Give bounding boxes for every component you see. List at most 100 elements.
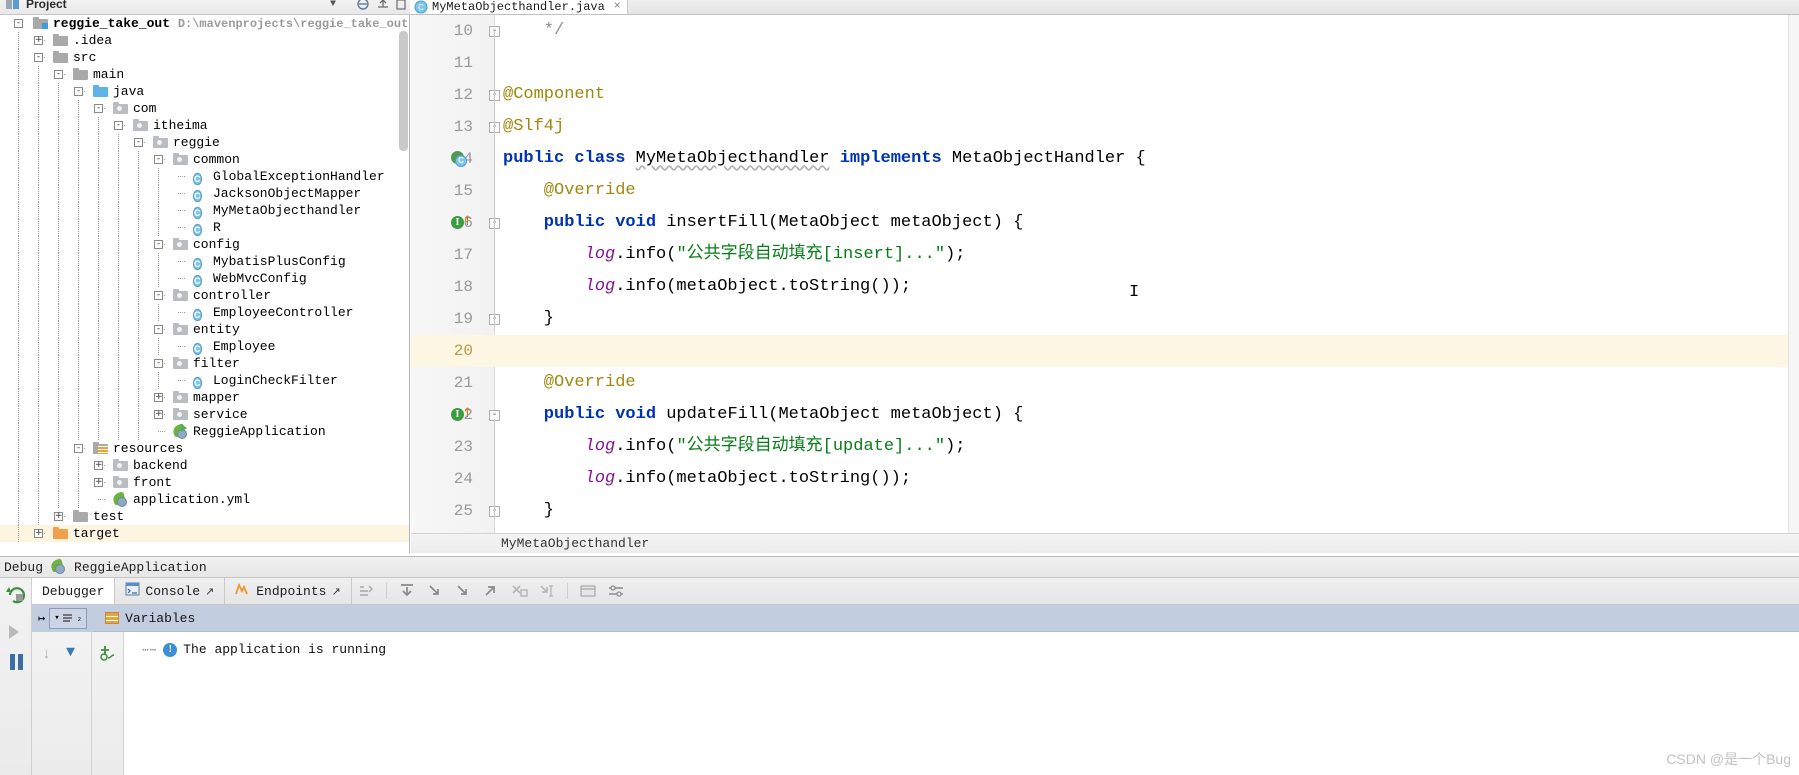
tree-row[interactable]: + backend (0, 457, 409, 474)
code-line[interactable]: 11 (411, 47, 1799, 79)
tree-row[interactable]: C Employee (0, 338, 409, 355)
resume-program-icon[interactable] (4, 620, 28, 644)
code-line[interactable]: 19- } (411, 303, 1799, 335)
tree-toggle[interactable]: - (74, 87, 83, 96)
tree-row[interactable]: C MybatisPlusConfig (0, 253, 409, 270)
tree-row[interactable]: ReggieApplication (0, 423, 409, 440)
tree-row[interactable]: + target (0, 525, 409, 542)
tree-row[interactable]: - src (0, 49, 409, 66)
debug-configuration-name[interactable]: ReggieApplication (74, 560, 207, 575)
tree-toggle[interactable]: + (94, 461, 103, 470)
step-out-icon[interactable] (477, 578, 505, 604)
tab-endpoints[interactable]: Endpoints ↗ (225, 578, 352, 604)
tab-debugger[interactable]: Debugger (32, 578, 116, 604)
force-step-into-icon[interactable] (449, 578, 477, 604)
tree-row[interactable]: - reggie (0, 134, 409, 151)
tree-toggle[interactable]: - (154, 325, 163, 334)
tree-row[interactable]: C WebMvcConfig (0, 270, 409, 287)
pause-program-icon[interactable] (4, 650, 28, 674)
code-line[interactable]: 25- } (411, 495, 1799, 527)
code-line[interactable]: 12-@Component (411, 79, 1799, 111)
tree-toggle[interactable]: + (34, 529, 43, 538)
code-line[interactable]: 16I↑- public void insertFill(MetaObject … (411, 207, 1799, 239)
tree-toggle[interactable]: - (14, 19, 23, 28)
tab-console[interactable]: Console ↗ (115, 578, 226, 604)
tree-row[interactable]: + test (0, 508, 409, 525)
tree-toggle[interactable]: - (154, 291, 163, 300)
tree-row[interactable]: - resources (0, 440, 409, 457)
code-line[interactable]: 15 @Override (411, 175, 1799, 207)
tree-row[interactable]: - main (0, 66, 409, 83)
run-to-cursor-icon[interactable] (533, 578, 561, 604)
tree-toggle[interactable]: - (94, 104, 103, 113)
add-watch-icon[interactable] (98, 644, 118, 666)
tree-toggle[interactable]: - (154, 240, 163, 249)
project-tree[interactable]: - reggie_take_out D:\mavenprojects\reggie… (0, 15, 410, 553)
evaluate-expression-icon[interactable] (574, 578, 602, 604)
step-over-icon[interactable] (393, 578, 421, 604)
tree-toggle[interactable]: - (154, 359, 163, 368)
tree-toggle[interactable]: + (54, 512, 63, 521)
tree-row[interactable]: - itheima (0, 117, 409, 134)
drop-frame-icon[interactable] (505, 578, 533, 604)
code-line[interactable]: 23 log.info("公共字段自动填充[update]..."); (411, 431, 1799, 463)
breadcrumb[interactable]: MyMetaObjecthandler (411, 533, 1799, 553)
code-line[interactable]: 18 log.info(metaObject.toString()); (411, 271, 1799, 303)
tree-row[interactable]: + mapper (0, 389, 409, 406)
tree-toggle[interactable]: - (34, 53, 43, 62)
pin-icon[interactable]: ↗ (331, 585, 340, 598)
tree-row[interactable]: C EmployeeController (0, 304, 409, 321)
code-line[interactable]: 22I↑- public void updateFill(MetaObject … (411, 399, 1799, 431)
tree-toggle[interactable]: + (94, 478, 103, 487)
tree-row[interactable]: CR (0, 219, 409, 236)
tree-row[interactable]: C LoginCheckFilter (0, 372, 409, 389)
tree-row[interactable]: - java (0, 83, 409, 100)
tree-row[interactable]: - reggie_take_out D:\mavenprojects\reggie… (0, 15, 409, 32)
tree-toggle[interactable]: - (114, 121, 123, 130)
collapse-all-icon[interactable] (356, 0, 370, 14)
export-threads-icon[interactable]: ↦ (38, 611, 45, 626)
tree-row[interactable]: - controller (0, 287, 409, 304)
tree-toggle[interactable]: - (154, 155, 163, 164)
code-line[interactable]: 13-@Slf4j (411, 111, 1799, 143)
code-line[interactable]: 17 log.info("公共字段自动填充[insert]..."); (411, 239, 1799, 271)
editor-tab-mymetaobjecthandler[interactable]: C MyMetaObjecthandler.java × (410, 0, 628, 14)
tree-row[interactable]: C JacksonObjectMapper (0, 185, 409, 202)
code-line[interactable]: 21 @Override (411, 367, 1799, 399)
code-line[interactable]: 14Cpublic class MyMetaObjecthandler impl… (411, 143, 1799, 175)
chevron-down-icon[interactable]: ▼ (330, 0, 336, 10)
tree-row[interactable]: + front (0, 474, 409, 491)
scroll-to-end-icon[interactable]: ↓ (42, 646, 51, 663)
code-editor[interactable]: 10- */ 11 12-@Component13-@Slf4j14Cpublic … (411, 15, 1799, 533)
layout-settings-icon[interactable] (602, 578, 630, 604)
filter-icon[interactable]: ▼ (66, 644, 75, 661)
step-into-icon[interactable] (421, 578, 449, 604)
tree-toggle[interactable]: + (154, 393, 163, 402)
tree-toggle[interactable]: - (74, 444, 83, 453)
tree-row[interactable]: application.yml (0, 491, 409, 508)
tree-row[interactable]: + .idea (0, 32, 409, 49)
tree-row[interactable]: - config (0, 236, 409, 253)
tree-row[interactable]: - common (0, 151, 409, 168)
tree-row[interactable]: + service (0, 406, 409, 423)
tree-row[interactable]: - com (0, 100, 409, 117)
editor-marker-bar[interactable] (1788, 15, 1799, 533)
variables-section[interactable]: Variables (93, 611, 195, 626)
thread-selector[interactable]: ▾ ₂ (49, 607, 88, 629)
hide-panel-icon[interactable] (396, 0, 406, 14)
code-line[interactable]: 20 (411, 335, 1799, 367)
tree-row[interactable]: - entity (0, 321, 409, 338)
code-line[interactable]: 24 log.info(metaObject.toString()); (411, 463, 1799, 495)
tree-row[interactable]: C GlobalExceptionHandler (0, 168, 409, 185)
rerun-icon[interactable] (4, 582, 28, 606)
tree-toggle[interactable]: + (154, 410, 163, 419)
tree-row[interactable]: C MyMetaObjecthandler (0, 202, 409, 219)
tree-toggle[interactable]: + (34, 36, 43, 45)
code-line[interactable]: 10- */ (411, 15, 1799, 47)
tree-toggle[interactable]: - (54, 70, 63, 79)
tree-scrollbar[interactable] (399, 31, 408, 151)
tree-row[interactable]: - filter (0, 355, 409, 372)
close-icon[interactable]: × (614, 0, 621, 14)
tree-toggle[interactable]: - (134, 138, 143, 147)
settings-gear-icon[interactable] (376, 0, 390, 14)
